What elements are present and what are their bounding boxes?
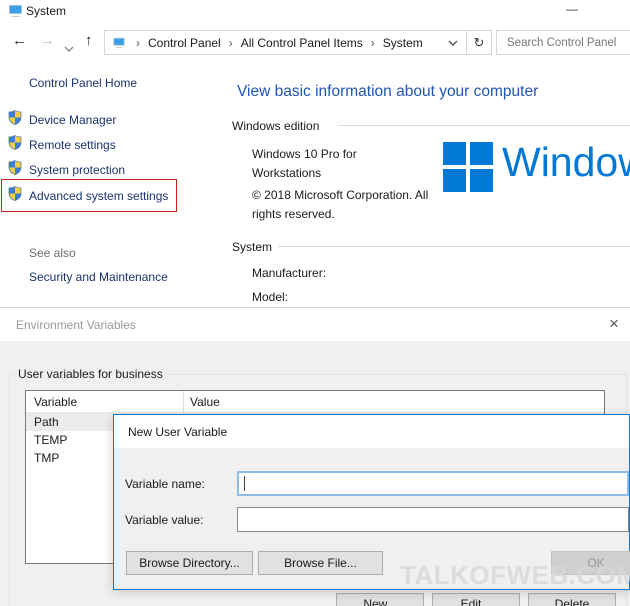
minimize-button[interactable]: — xyxy=(552,0,592,20)
edit-button[interactable]: Edit... xyxy=(432,593,520,606)
sidebar-item-label: Remote settings xyxy=(29,138,116,152)
variable-name-label: Variable name: xyxy=(125,477,205,491)
address-bar[interactable]: › Control Panel › All Control Panel Item… xyxy=(104,30,492,55)
group-divider xyxy=(338,125,630,126)
breadcrumb-separator: › xyxy=(228,35,233,50)
close-icon[interactable]: × xyxy=(602,313,626,335)
windows-logo-text: Windows 10 xyxy=(502,139,630,185)
group-divider xyxy=(278,246,630,247)
breadcrumb: › Control Panel › All Control Panel Item… xyxy=(105,34,466,52)
column-header-value[interactable]: Value xyxy=(184,395,604,409)
sidebar-item-device-manager[interactable]: Device Manager xyxy=(8,110,117,130)
see-also-label: See also xyxy=(29,246,76,260)
back-icon[interactable]: ← xyxy=(12,33,27,48)
breadcrumb-separator: › xyxy=(136,35,140,50)
shield-icon xyxy=(8,135,22,155)
breadcrumb-item-system[interactable]: System xyxy=(381,36,425,50)
sidebar-item-control-panel-home[interactable]: Control Panel Home xyxy=(29,76,137,90)
shield-icon xyxy=(8,110,22,130)
variable-value-input[interactable] xyxy=(237,507,629,532)
dialog-title: Environment Variables xyxy=(16,318,136,332)
column-header-variable[interactable]: Variable xyxy=(26,390,184,413)
variable-value-label: Variable value: xyxy=(125,513,204,527)
user-variables-group-label: User variables for business xyxy=(13,367,168,381)
windows-flag-icon xyxy=(443,142,493,192)
dialog-title-bar: Environment Variables × xyxy=(0,308,630,341)
computer-icon[interactable] xyxy=(112,37,126,49)
breadcrumb-item-all-items[interactable]: All Control Panel Items xyxy=(239,36,365,50)
computer-icon xyxy=(8,4,23,23)
copyright-text: © 2018 Microsoft Corporation. All rights… xyxy=(252,188,429,222)
highlight-annotation-box xyxy=(1,179,177,212)
up-icon[interactable]: ↑ xyxy=(85,33,93,48)
sidebar-item-security-and-maintenance[interactable]: Security and Maintenance xyxy=(29,270,168,284)
sidebar-item-label: Device Manager xyxy=(29,113,117,127)
text-caret xyxy=(244,476,245,491)
search-input[interactable] xyxy=(496,30,630,55)
delete-button[interactable]: Delete xyxy=(528,593,616,606)
forward-icon: → xyxy=(40,32,55,49)
list-header: Variable Value xyxy=(26,390,604,413)
dialog-title: New User Variable xyxy=(128,425,228,439)
new-button[interactable]: New... xyxy=(336,593,424,606)
refresh-icon[interactable]: ↻ xyxy=(467,35,491,51)
window-title: System xyxy=(26,4,67,18)
browse-file-button[interactable]: Browse File... xyxy=(258,551,383,575)
windows-edition-group-label: Windows edition xyxy=(232,119,320,133)
sidebar-item-system-protection[interactable]: System protection xyxy=(8,160,126,180)
windows-edition-text: Windows 10 Pro for Workstations xyxy=(252,147,357,181)
watermark-text: TALKOFWEB.COM xyxy=(400,560,630,590)
manufacturer-label: Manufacturer: xyxy=(252,266,327,280)
recent-pages-chevron-icon[interactable] xyxy=(64,40,74,58)
shield-icon xyxy=(8,160,22,180)
address-dropdown-chevron-icon[interactable] xyxy=(448,34,466,52)
variable-name-input[interactable] xyxy=(237,471,629,496)
sidebar-item-label: System protection xyxy=(29,163,126,177)
breadcrumb-item-control-panel[interactable]: Control Panel xyxy=(146,36,223,50)
breadcrumb-separator: › xyxy=(370,35,375,50)
model-label: Model: xyxy=(252,290,289,304)
system-group-label: System xyxy=(232,240,273,254)
dialog-title-bar: New User Variable xyxy=(114,415,629,448)
browse-directory-button[interactable]: Browse Directory... xyxy=(126,551,253,575)
sidebar-item-remote-settings[interactable]: Remote settings xyxy=(8,135,116,155)
system-window: System — ← → ↑ › Control Panel › All Con… xyxy=(0,0,630,606)
page-title: View basic information about your comput… xyxy=(237,83,539,100)
